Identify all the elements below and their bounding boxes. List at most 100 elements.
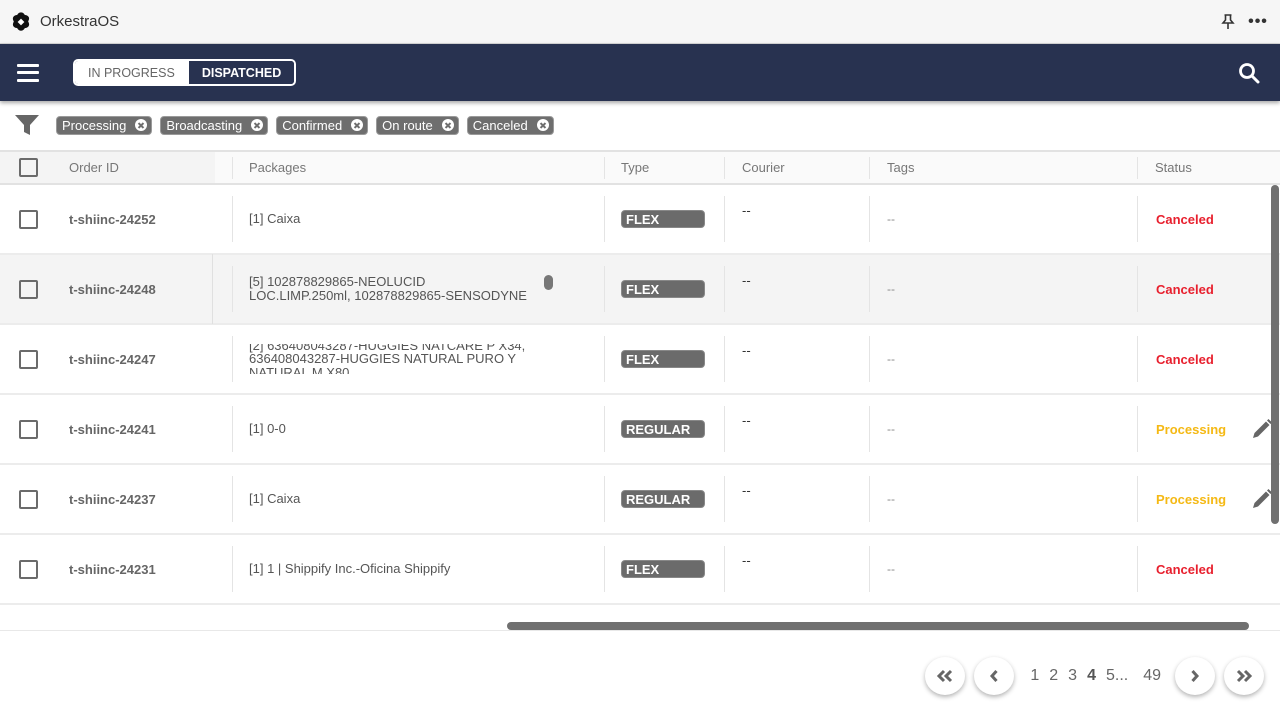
page-2[interactable]: 2 [1049, 667, 1058, 685]
row-checkbox[interactable] [19, 209, 38, 229]
column-header-order-id[interactable]: Order ID [69, 152, 119, 183]
app-logo-icon [12, 11, 30, 31]
column-header-status[interactable]: Status [1155, 152, 1192, 183]
type-badge: REGULAR [621, 420, 705, 438]
chip-label: Processing [62, 117, 127, 133]
row-checkbox[interactable] [19, 419, 38, 439]
remove-chip-icon[interactable] [536, 119, 549, 131]
horizontal-scrollbar[interactable] [507, 622, 1249, 630]
table-row[interactable]: t-shiinc-24241 [1] 0-0 REGULAR -- -- Pro… [0, 395, 1280, 465]
filter-bar: Processing Broadcasting Confirmed On rou… [0, 101, 1280, 149]
package-expand-indicator[interactable] [544, 274, 553, 290]
search-icon[interactable] [1238, 62, 1260, 84]
column-header-type[interactable]: Type [621, 152, 649, 183]
packages-text: [1] 1 | Shippify Inc.-Oficina Shippify [249, 561, 451, 576]
table-row[interactable]: t-shiinc-24248 [5] 102878829865-NEOLUCID… [0, 254, 1280, 325]
courier-value: -- [742, 483, 751, 498]
order-id[interactable]: t-shiinc-24241 [69, 395, 156, 463]
page-5-ellipsis[interactable]: 5... [1106, 667, 1128, 685]
chip-label: On route [382, 117, 433, 133]
tags-value: -- [887, 562, 895, 576]
order-id[interactable]: t-shiinc-24231 [69, 535, 156, 603]
prev-page-button[interactable] [974, 657, 1015, 695]
first-page-button[interactable] [925, 657, 966, 695]
tags-value: -- [887, 212, 895, 226]
row-checkbox[interactable] [19, 489, 38, 509]
chip-label: Broadcasting [166, 117, 243, 133]
orders-table: Order ID Packages Type Courier Tags Stat… [0, 150, 1280, 605]
status-badge: Canceled [1156, 351, 1214, 367]
pagination: 1 2 3 4 5... 49 [925, 657, 1280, 695]
next-page-button[interactable] [1175, 657, 1215, 695]
pin-icon[interactable] [1220, 14, 1236, 30]
status-badge: Processing [1156, 421, 1227, 437]
filter-chip-confirmed: Confirmed [276, 115, 369, 135]
status-badge: Processing [1156, 491, 1227, 507]
status-badge: Canceled [1156, 561, 1214, 577]
last-page-button[interactable] [1224, 657, 1264, 695]
chevron-left-icon [990, 669, 998, 683]
remove-chip-icon[interactable] [441, 119, 454, 131]
more-horizontal-icon[interactable]: ••• [1248, 14, 1267, 30]
order-id[interactable]: t-shiinc-24248 [69, 255, 156, 323]
table-row[interactable]: t-shiinc-24252 [1] Caixa FLEX -- -- Canc… [0, 185, 1280, 255]
order-id[interactable]: t-shiinc-24237 [69, 465, 156, 533]
table-row[interactable]: t-shiinc-24247 [2] 636408043287-HUGGIES … [0, 325, 1280, 395]
column-header-courier[interactable]: Courier [742, 152, 785, 183]
type-badge: FLEX [621, 210, 705, 228]
edit-pencil-icon[interactable] [1251, 488, 1273, 510]
chip-label: Canceled [472, 117, 528, 133]
table-row[interactable]: t-shiinc-24231 [1] 1 | Shippify Inc.-Ofi… [0, 535, 1280, 605]
column-header-tags[interactable]: Tags [887, 152, 914, 183]
vertical-scrollbar[interactable] [1271, 185, 1279, 524]
remove-chip-icon[interactable] [135, 119, 148, 131]
tab-dispatched[interactable]: DISPATCHED [187, 61, 295, 84]
status-badge: Canceled [1156, 211, 1214, 227]
courier-value: -- [742, 553, 751, 568]
courier-value: -- [742, 413, 751, 428]
type-badge: FLEX [621, 280, 705, 298]
chevron-double-right-icon [1236, 669, 1253, 683]
select-all-checkbox[interactable] [19, 158, 38, 177]
nav-bar: IN PROGRESS DISPATCHED [0, 44, 1280, 101]
table-header: Order ID Packages Type Courier Tags Stat… [0, 150, 1280, 185]
order-id[interactable]: t-shiinc-24252 [69, 185, 156, 253]
row-checkbox[interactable] [19, 349, 38, 369]
remove-chip-icon[interactable] [351, 119, 364, 131]
tags-value: -- [887, 352, 895, 366]
table-row[interactable]: t-shiinc-24237 [1] Caixa REGULAR -- -- P… [0, 465, 1280, 535]
filter-icon[interactable] [14, 113, 40, 137]
tags-value: -- [887, 492, 895, 506]
horizontal-scroll-track [0, 630, 1280, 631]
filter-chip-canceled: Canceled [466, 115, 554, 135]
courier-value: -- [742, 273, 751, 288]
filter-chip-on-route: On route [376, 115, 459, 135]
tags-value: -- [887, 422, 895, 436]
page-1[interactable]: 1 [1030, 667, 1039, 685]
courier-value: -- [742, 343, 751, 358]
type-badge: FLEX [621, 560, 705, 578]
chip-label: Confirmed [282, 117, 343, 133]
row-checkbox[interactable] [19, 559, 38, 579]
edit-pencil-icon[interactable] [1251, 418, 1273, 440]
row-checkbox[interactable] [19, 279, 38, 299]
page-3[interactable]: 3 [1068, 667, 1077, 685]
type-badge: REGULAR [621, 490, 705, 508]
order-id[interactable]: t-shiinc-24247 [69, 325, 156, 393]
filter-chip-broadcasting: Broadcasting [160, 115, 269, 135]
page-49[interactable]: 49 [1143, 667, 1161, 685]
column-header-packages[interactable]: Packages [249, 152, 306, 183]
hamburger-menu-icon[interactable] [17, 63, 39, 82]
chevron-double-left-icon [937, 669, 953, 683]
remove-chip-icon[interactable] [251, 119, 264, 131]
status-badge: Canceled [1156, 281, 1214, 297]
packages-text: [5] 102878829865-NEOLUCID LOC.LIMP.250ml… [249, 275, 527, 303]
type-badge: FLEX [621, 350, 705, 368]
page-4-current[interactable]: 4 [1087, 667, 1096, 685]
courier-value: -- [742, 203, 751, 218]
tab-in-progress[interactable]: IN PROGRESS [75, 61, 188, 84]
filter-chip-processing: Processing [56, 115, 153, 135]
chevron-right-icon [1191, 669, 1200, 683]
app-title: OrkestraOS [40, 13, 120, 30]
packages-text: [2] 636408043287-HUGGIES NATCARE P X34, … [249, 344, 526, 374]
